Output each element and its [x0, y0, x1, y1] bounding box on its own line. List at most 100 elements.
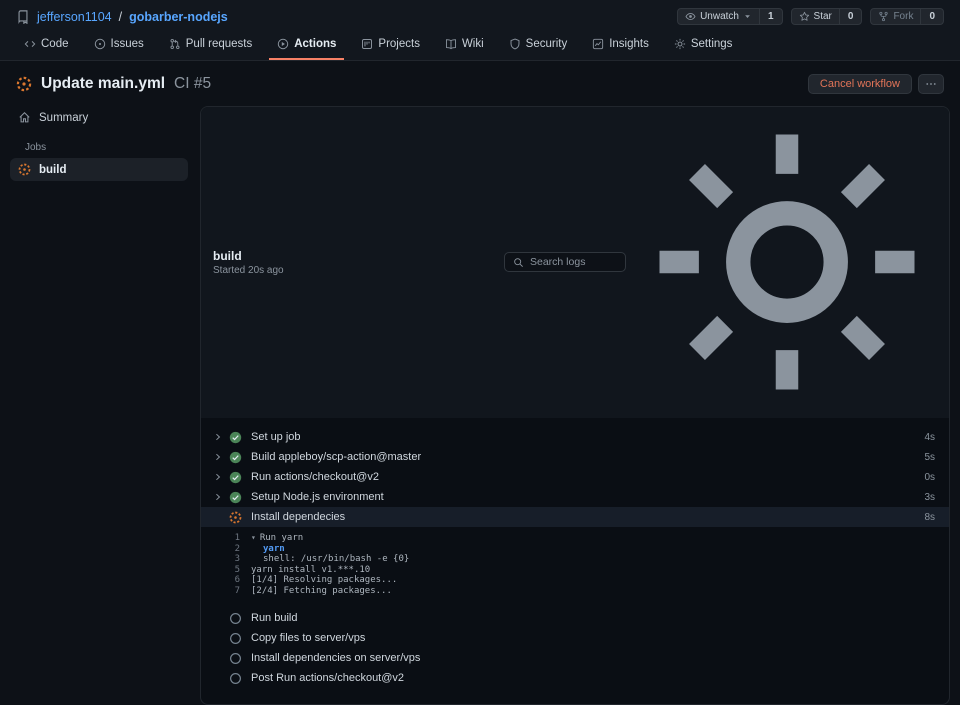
tab-issues[interactable]: Issues — [86, 31, 152, 60]
github-top-bar: jefferson1104 / gobarber-nodejs Unwatch … — [0, 0, 960, 61]
tab-insights[interactable]: Insights — [584, 31, 657, 60]
log-line-text: yarn install v1.***.10 — [251, 564, 371, 575]
unwatch-button[interactable]: Unwatch 1 — [677, 8, 783, 25]
chevron-right-icon[interactable] — [213, 633, 223, 643]
panel-tools — [504, 112, 937, 412]
repo-owner-link[interactable]: jefferson1104 — [37, 10, 112, 24]
log-line-number[interactable]: 1 — [228, 533, 240, 544]
tab-label: Wiki — [461, 38, 484, 50]
log-group-caret-icon[interactable]: ▾ — [251, 533, 256, 544]
step-install-dependencies-on-server-vps[interactable]: Install dependencies on server/vps — [201, 648, 949, 668]
chevron-right-icon[interactable] — [213, 492, 223, 502]
star-button[interactable]: Star 0 — [790, 8, 863, 25]
step-run-actions-checkout-v2[interactable]: Run actions/checkout@v2 0s — [201, 467, 949, 487]
repo-name-link[interactable]: gobarber-nodejs — [129, 10, 228, 24]
step-name: Setup Node.js environment — [251, 491, 384, 503]
tab-code[interactable]: Code — [16, 31, 77, 60]
tab-security[interactable]: Security — [501, 31, 576, 60]
step-run-build[interactable]: Run build — [201, 608, 949, 628]
log-line-text: yarn — [263, 543, 285, 554]
more-options-button[interactable] — [918, 74, 944, 94]
log-line-text: Run yarn — [259, 533, 304, 543]
step-copy-files-to-server-vps[interactable]: Copy files to server/vps — [201, 628, 949, 648]
job-log-panel: build Started 20s ago Set up job 4s Buil… — [200, 106, 950, 705]
fork-button[interactable]: Fork 0 — [870, 8, 944, 25]
step-duration: 0s — [924, 471, 935, 483]
step-duration: 8s — [924, 511, 935, 523]
actions-icon — [277, 38, 289, 50]
step-name: Run build — [251, 612, 298, 624]
repo-nav-tabs: Code Issues Pull requests Actions Projec… — [0, 31, 960, 60]
search-icon — [513, 257, 524, 268]
pull-request-icon — [169, 38, 181, 50]
sidebar-item-summary[interactable]: Summary — [10, 106, 188, 129]
issue-icon — [94, 38, 106, 50]
progress-icon — [18, 163, 31, 176]
chevron-right-icon[interactable] — [213, 653, 223, 663]
github-header: jefferson1104 / gobarber-nodejs Unwatch … — [0, 0, 960, 31]
breadcrumb-separator: / — [118, 9, 123, 24]
log-line: 5 yarn install v1.***.10 — [228, 565, 935, 576]
log-line-number[interactable]: 5 — [228, 565, 240, 576]
wiki-icon — [445, 38, 457, 50]
log-line-number[interactable]: 7 — [228, 586, 240, 597]
chevron-right-icon[interactable] — [213, 452, 223, 462]
step-name: Build appleboy/scp-action@master — [251, 451, 422, 463]
tab-label: Insights — [609, 38, 649, 50]
tab-label: Pull requests — [185, 38, 253, 50]
check-circle-icon — [229, 491, 242, 504]
check-circle-icon — [229, 471, 242, 484]
chevron-right-icon[interactable] — [213, 472, 223, 482]
button-label: Fork — [893, 11, 914, 22]
job-panel-header: build Started 20s ago — [201, 107, 949, 418]
repo-icon — [16, 9, 30, 24]
kebab-icon — [925, 78, 937, 90]
job-name-label: build — [39, 163, 67, 176]
button-count[interactable]: 1 — [758, 9, 782, 24]
pending-circle-icon — [229, 632, 242, 645]
log-line-number[interactable]: 2 — [228, 544, 240, 555]
search-logs-input[interactable] — [530, 256, 617, 268]
log-line-text: shell: /usr/bin/bash -e {0} — [263, 554, 410, 564]
step-install-dependecies[interactable]: Install dependecies 8s — [201, 507, 949, 527]
step-post-run-actions-checkout-v2[interactable]: Post Run actions/checkout@v2 — [201, 668, 949, 688]
tab-wiki[interactable]: Wiki — [437, 31, 492, 60]
tab-label: Issues — [110, 38, 144, 50]
check-circle-icon — [229, 451, 242, 464]
workflow-run-header: Update main.yml CI #5 Cancel workflow — [0, 61, 960, 103]
steps-list: Set up job 4s Build appleboy/scp-action@… — [201, 418, 949, 704]
sidebar-job-build[interactable]: build — [10, 158, 188, 181]
tab-actions[interactable]: Actions — [269, 31, 345, 60]
button-count[interactable]: 0 — [920, 9, 943, 24]
chevron-right-icon[interactable] — [213, 673, 223, 683]
step-build-appleboy-scp-action-master[interactable]: Build appleboy/scp-action@master 5s — [201, 447, 949, 467]
step-set-up-job[interactable]: Set up job 4s — [201, 427, 949, 447]
breadcrumb: jefferson1104 / gobarber-nodejs — [16, 10, 228, 24]
log-line: 1 ▾ Run yarn — [228, 533, 935, 544]
log-line: 7 [2/4] Fetching packages... — [228, 586, 935, 597]
log-output: 1 ▾ Run yarn 2 yarn 3 shell: /usr/bin/ba… — [201, 527, 949, 608]
tab-pull-requests[interactable]: Pull requests — [161, 31, 260, 60]
log-settings-button[interactable] — [637, 112, 937, 412]
run-number: CI #5 — [174, 75, 212, 92]
tab-label: Actions — [294, 38, 337, 50]
job-meta: build Started 20s ago — [213, 249, 284, 276]
github-actions-run-page: jefferson1104 / gobarber-nodejs Unwatch … — [0, 0, 960, 705]
chevron-right-icon[interactable] — [213, 512, 223, 522]
progress-icon — [229, 511, 242, 524]
log-line-number[interactable]: 6 — [228, 575, 240, 586]
chevron-right-icon[interactable] — [213, 432, 223, 442]
tab-settings[interactable]: Settings — [666, 31, 741, 60]
step-duration: 3s — [924, 491, 935, 503]
button-count[interactable]: 0 — [838, 9, 862, 24]
summary-label: Summary — [39, 111, 89, 124]
home-icon — [18, 111, 31, 124]
chevron-right-icon[interactable] — [213, 613, 223, 623]
tab-projects[interactable]: Projects — [353, 31, 428, 60]
cancel-workflow-button[interactable]: Cancel workflow — [807, 74, 912, 94]
log-line-number[interactable]: 3 — [228, 554, 240, 565]
step-name: Install dependencies on server/vps — [251, 652, 421, 664]
jobs-section-label: Jobs — [25, 142, 47, 153]
log-line: 6 [1/4] Resolving packages... — [228, 575, 935, 586]
step-setup-node-js-environment[interactable]: Setup Node.js environment 3s — [201, 487, 949, 507]
